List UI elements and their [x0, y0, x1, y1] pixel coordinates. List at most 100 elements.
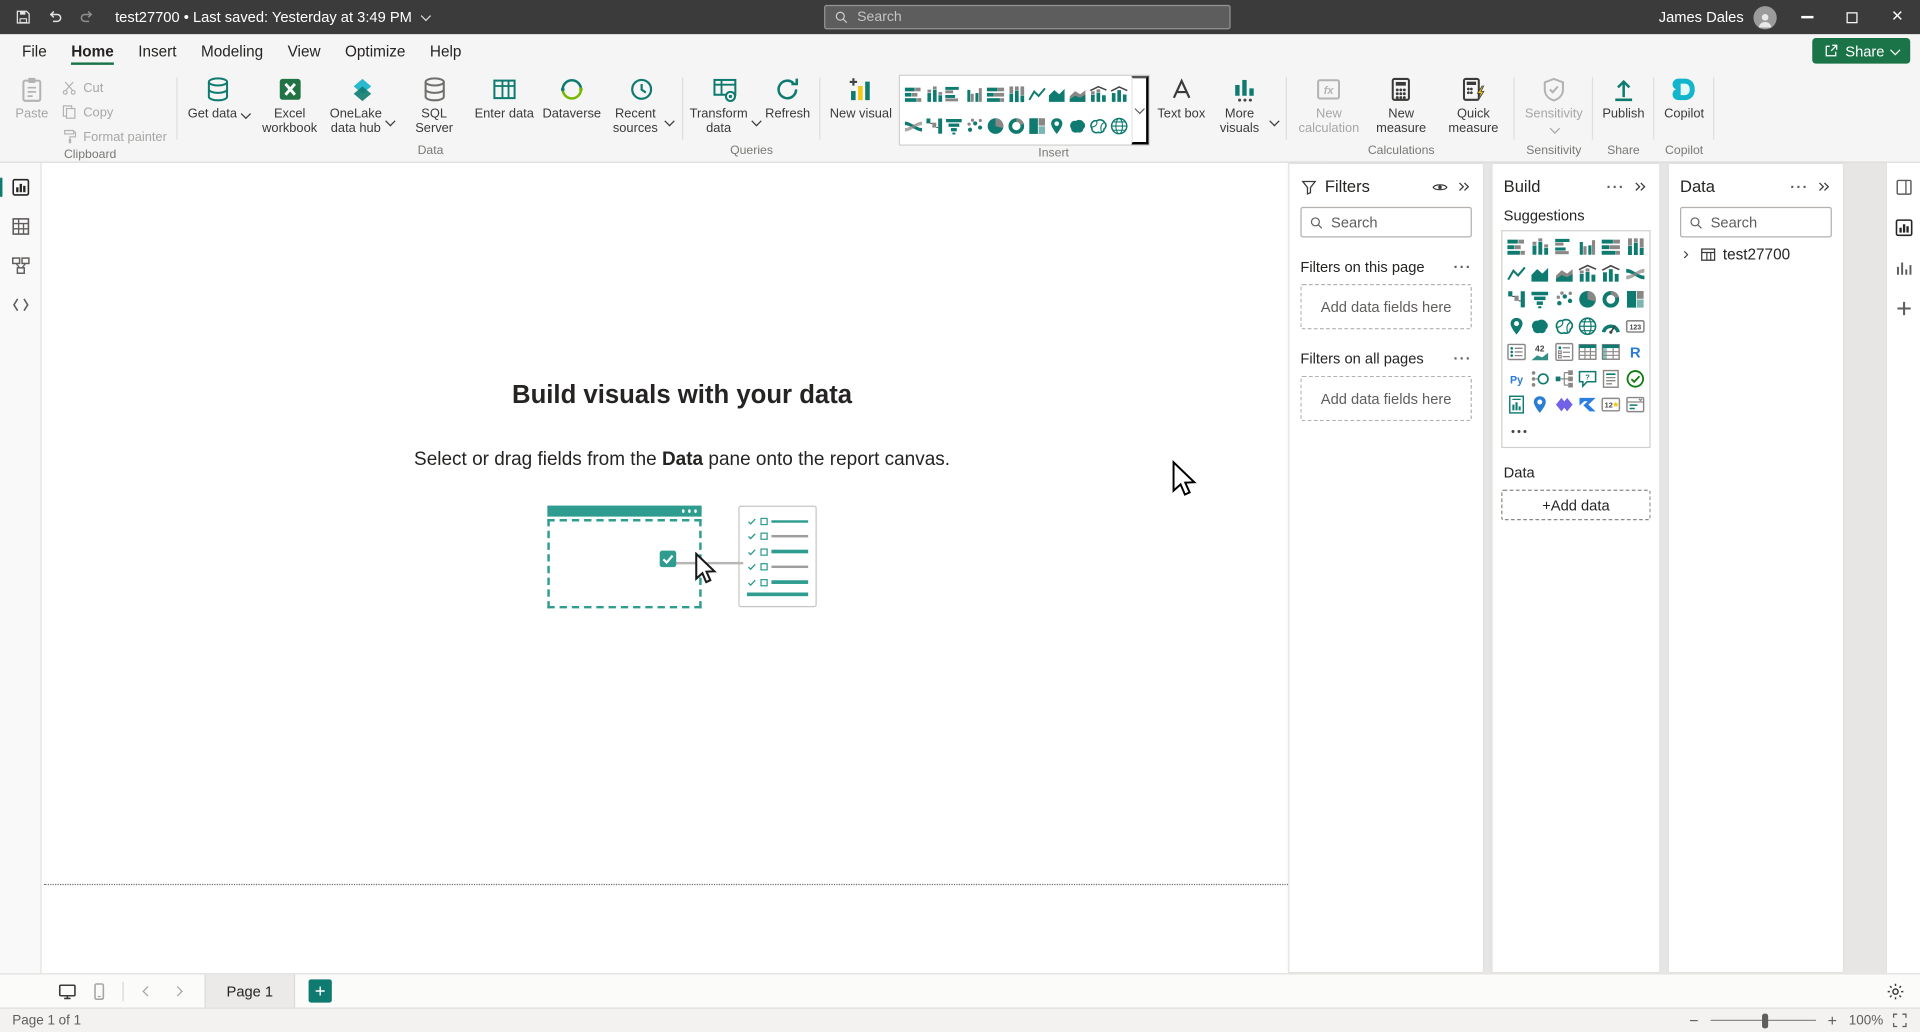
- ribbon-tab[interactable]: Help: [418, 34, 474, 67]
- model-view-button[interactable]: [4, 250, 36, 282]
- new-measure-button[interactable]: New measure: [1366, 71, 1437, 136]
- filters-all-dropzone[interactable]: Add data fields here: [1300, 376, 1471, 421]
- format-painter-button[interactable]: Format painter: [56, 126, 171, 147]
- shape-map[interactable]: [1554, 315, 1575, 336]
- report-canvas[interactable]: Build visuals with your data Select or d…: [42, 163, 1323, 973]
- qna-visual[interactable]: ?: [1577, 368, 1598, 389]
- collapse-build-button[interactable]: [1632, 179, 1648, 195]
- gallery-expand-button[interactable]: [1132, 76, 1149, 145]
- ribbon-tab[interactable]: View: [275, 34, 332, 67]
- 100-stacked-bar-chart[interactable]: [1601, 236, 1622, 257]
- more-visuals-button[interactable]: More visuals: [1210, 71, 1281, 136]
- line-and-stacked-column-chart[interactable]: [1089, 84, 1109, 104]
- map[interactable]: [1506, 315, 1527, 336]
- shape-map[interactable]: [1089, 116, 1109, 136]
- stacked-column-chart[interactable]: [1530, 236, 1551, 257]
- clustered-bar-chart[interactable]: [1554, 236, 1575, 257]
- r-script-visual[interactable]: R: [1625, 342, 1646, 363]
- text-box-button[interactable]: Text box: [1154, 71, 1209, 121]
- filters-all-more-button[interactable]: [1453, 351, 1471, 366]
- azure-map[interactable]: [1577, 315, 1598, 336]
- donut-chart[interactable]: [1006, 116, 1026, 136]
- scatter-chart[interactable]: [1554, 289, 1575, 310]
- ribbon-tab[interactable]: File: [10, 34, 59, 67]
- pie-chart[interactable]: [986, 116, 1006, 136]
- undo-button[interactable]: [39, 2, 71, 31]
- share-button[interactable]: Share: [1812, 38, 1910, 64]
- zoom-in-button[interactable]: [1824, 1012, 1840, 1028]
- window-title-menu[interactable]: test27700 • Last saved: Yesterday at 3:4…: [115, 9, 430, 26]
- 100-stacked-bar-chart[interactable]: [986, 84, 1006, 104]
- 100-stacked-column-chart[interactable]: [1625, 236, 1646, 257]
- add-pane-button[interactable]: [1890, 295, 1917, 322]
- treemap[interactable]: [1027, 116, 1047, 136]
- add-data-button[interactable]: +Add data: [1501, 490, 1650, 521]
- transform-data-button[interactable]: Transform data: [689, 71, 760, 136]
- card-new[interactable]: 12: [1601, 394, 1622, 415]
- excel-workbook-button[interactable]: Excel workbook: [254, 71, 325, 136]
- line-and-clustered-column-chart[interactable]: [1109, 84, 1129, 104]
- kpi[interactable]: 42: [1530, 342, 1551, 363]
- slicer[interactable]: [1554, 342, 1575, 363]
- stacked-area-chart[interactable]: [1068, 84, 1088, 104]
- maximize-button[interactable]: [1829, 0, 1874, 34]
- new-page-button[interactable]: [309, 979, 332, 1002]
- filters-page-more-button[interactable]: [1453, 260, 1471, 275]
- decomposition-tree[interactable]: [1554, 368, 1575, 389]
- donut-chart[interactable]: [1601, 289, 1622, 310]
- data-search-input[interactable]: [1711, 214, 1824, 231]
- desktop-layout-button[interactable]: [51, 975, 83, 1007]
- funnel-chart[interactable]: [1530, 289, 1551, 310]
- stacked-bar-chart[interactable]: [1506, 236, 1527, 257]
- settings-button[interactable]: [1880, 975, 1912, 1007]
- filters-page-dropzone[interactable]: Add data fields here: [1300, 284, 1471, 329]
- ribbon-tab[interactable]: Insert: [126, 34, 189, 67]
- collapse-filters-button[interactable]: [1456, 179, 1472, 195]
- waterfall-chart[interactable]: [924, 116, 944, 136]
- card[interactable]: 123: [1625, 315, 1646, 336]
- page-tab[interactable]: Page 1: [204, 974, 295, 1008]
- smart-narrative[interactable]: [1601, 368, 1622, 389]
- line-chart[interactable]: [1506, 263, 1527, 284]
- refresh-button[interactable]: Refresh: [761, 71, 813, 121]
- area-chart[interactable]: [1530, 263, 1551, 284]
- sensitivity-button[interactable]: Sensitivity: [1521, 71, 1586, 134]
- power-automate[interactable]: [1577, 394, 1598, 415]
- slicer-new[interactable]: [1625, 394, 1646, 415]
- line-and-clustered-column-chart[interactable]: [1601, 263, 1622, 284]
- global-search-input[interactable]: [857, 10, 1221, 25]
- ribbon-chart[interactable]: [1625, 263, 1646, 284]
- filters-search-input[interactable]: [1331, 214, 1463, 231]
- paste-button[interactable]: Paste: [9, 71, 56, 121]
- quick-measure-button[interactable]: Quick measure: [1438, 71, 1509, 136]
- area-chart[interactable]: [1047, 84, 1067, 104]
- stacked-column-chart[interactable]: [924, 84, 944, 104]
- power-apps[interactable]: [1554, 394, 1575, 415]
- zoom-slider-handle[interactable]: [1762, 1013, 1768, 1028]
- azure-map[interactable]: [1109, 116, 1129, 136]
- global-search-box[interactable]: [824, 5, 1231, 29]
- recent-sources-button[interactable]: Recent sources: [606, 71, 677, 136]
- funnel-chart[interactable]: [945, 116, 965, 136]
- ribbon-tab[interactable]: Modeling: [189, 34, 276, 67]
- pane-layout-button[interactable]: [1890, 174, 1917, 201]
- waterfall-chart[interactable]: [1506, 289, 1527, 310]
- clustered-column-chart[interactable]: [1577, 236, 1598, 257]
- dataverse-button[interactable]: Dataverse: [539, 71, 605, 121]
- arcgis-map[interactable]: [1530, 394, 1551, 415]
- zoom-slider[interactable]: [1710, 1012, 1815, 1028]
- get-data-button[interactable]: Get data: [184, 71, 253, 121]
- mobile-layout-button[interactable]: [83, 975, 115, 1007]
- save-button[interactable]: [7, 2, 39, 31]
- collapse-data-button[interactable]: [1816, 179, 1832, 195]
- filled-map[interactable]: [1530, 315, 1551, 336]
- fit-to-page-button[interactable]: [1892, 1012, 1908, 1028]
- dax-query-view-button[interactable]: [4, 289, 36, 321]
- build-pane-toggle-button[interactable]: [1890, 214, 1917, 241]
- clustered-column-chart[interactable]: [965, 84, 985, 104]
- scatter-chart[interactable]: [965, 116, 985, 136]
- cut-button[interactable]: Cut: [56, 77, 171, 98]
- data-search-box[interactable]: [1680, 207, 1832, 238]
- account-menu[interactable]: James Dales: [1659, 6, 1784, 29]
- table[interactable]: [1577, 342, 1598, 363]
